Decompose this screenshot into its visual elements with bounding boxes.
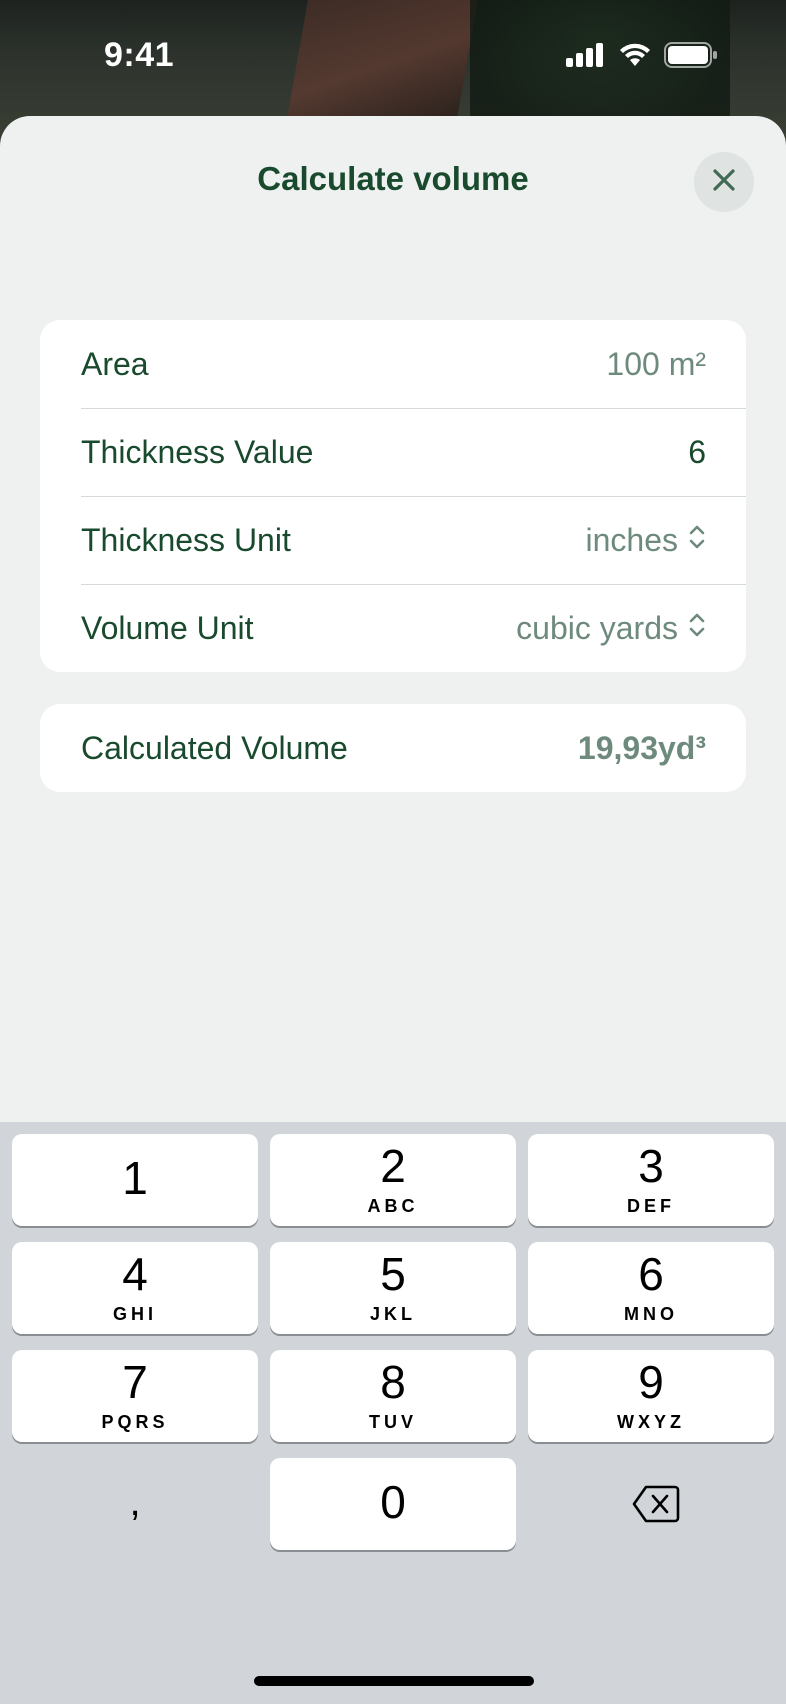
calculated-volume-value: 19,93yd³ — [578, 704, 706, 792]
sheet-title: Calculate volume — [257, 160, 529, 197]
key-digit: 8 — [380, 1356, 406, 1408]
area-value-text: 100 m² — [606, 346, 706, 382]
key-digit: 6 — [638, 1248, 664, 1300]
key-2[interactable]: 2 ABC — [270, 1134, 516, 1226]
key-digit: 5 — [380, 1248, 406, 1300]
key-letters: GHI — [112, 1304, 157, 1324]
key-8[interactable]: 8 TUV — [270, 1350, 516, 1442]
volume-unit-label: Volume Unit — [81, 610, 254, 646]
home-indicator — [254, 1676, 534, 1686]
volume-form-card: Area 100 m² Thickness Value 6 Thickness … — [40, 320, 746, 672]
key-5[interactable]: 5 JKL — [270, 1242, 516, 1334]
key-digit: 3 — [638, 1140, 664, 1192]
chevron-up-down-icon — [688, 584, 706, 672]
key-digit: 1 — [122, 1152, 148, 1204]
key-9[interactable]: 9 WXYZ — [528, 1350, 774, 1442]
key-digit: 9 — [638, 1356, 664, 1408]
key-letters: ABC — [367, 1196, 419, 1216]
key-letters: WXYZ — [617, 1412, 685, 1432]
close-icon — [711, 167, 737, 198]
area-label: Area — [81, 346, 149, 382]
key-digit: 4 — [122, 1248, 148, 1300]
delete-key[interactable] — [528, 1458, 774, 1550]
key-letters: PQRS — [101, 1412, 169, 1432]
thickness-unit-picker[interactable]: inches — [586, 496, 707, 584]
volume-unit-picker[interactable]: cubic yards — [516, 584, 706, 672]
status-bar: 9:41 — [0, 0, 786, 116]
volume-unit-row[interactable]: Volume Unit cubic yards — [40, 584, 746, 672]
key-1[interactable]: 1 — [12, 1134, 258, 1226]
thickness-value-row[interactable]: Thickness Value 6 — [40, 408, 746, 496]
area-value: 100 m² — [606, 320, 706, 408]
key-decimal-glyph: , — [129, 1480, 141, 1524]
calculated-volume-text: 19,93yd³ — [577, 730, 706, 766]
cellular-signal-icon — [566, 43, 606, 72]
chevron-up-down-icon — [688, 496, 706, 584]
numeric-keyboard: 1 2 ABC 3 DEF 4 GHI 5 JKL 6 MNO 7 PQRS 8… — [0, 1122, 786, 1704]
wifi-icon — [618, 42, 652, 73]
key-7[interactable]: 7 PQRS — [12, 1350, 258, 1442]
key-letters: TUV — [369, 1412, 417, 1432]
volume-unit-selected: cubic yards — [516, 610, 678, 646]
key-4[interactable]: 4 GHI — [12, 1242, 258, 1334]
thickness-value-label: Thickness Value — [81, 434, 314, 470]
key-6[interactable]: 6 MNO — [528, 1242, 774, 1334]
thickness-value-text: 6 — [688, 434, 706, 470]
battery-icon — [664, 42, 718, 73]
key-0[interactable]: 0 — [270, 1458, 516, 1550]
backspace-icon — [632, 1484, 680, 1529]
thickness-unit-row[interactable]: Thickness Unit inches — [40, 496, 746, 584]
key-digit: 0 — [380, 1476, 406, 1528]
key-letters: JKL — [369, 1304, 416, 1324]
key-3[interactable]: 3 DEF — [528, 1134, 774, 1226]
status-time: 9:41 — [104, 36, 175, 74]
area-row[interactable]: Area 100 m² — [40, 320, 746, 408]
calculated-volume-row: Calculated Volume 19,93yd³ — [40, 704, 746, 792]
thickness-unit-label: Thickness Unit — [81, 522, 291, 558]
close-button[interactable] — [694, 152, 754, 212]
key-letters: MNO — [624, 1304, 678, 1324]
calculated-volume-label: Calculated Volume — [81, 730, 348, 766]
status-icons — [566, 42, 718, 73]
key-digit: 2 — [380, 1140, 406, 1192]
thickness-value-input[interactable]: 6 — [688, 408, 706, 496]
thickness-unit-selected: inches — [585, 522, 679, 558]
key-decimal-separator[interactable]: , — [12, 1458, 258, 1550]
calculated-volume-card: Calculated Volume 19,93yd³ — [40, 704, 746, 792]
key-letters: DEF — [627, 1196, 675, 1216]
key-digit: 7 — [122, 1356, 148, 1408]
